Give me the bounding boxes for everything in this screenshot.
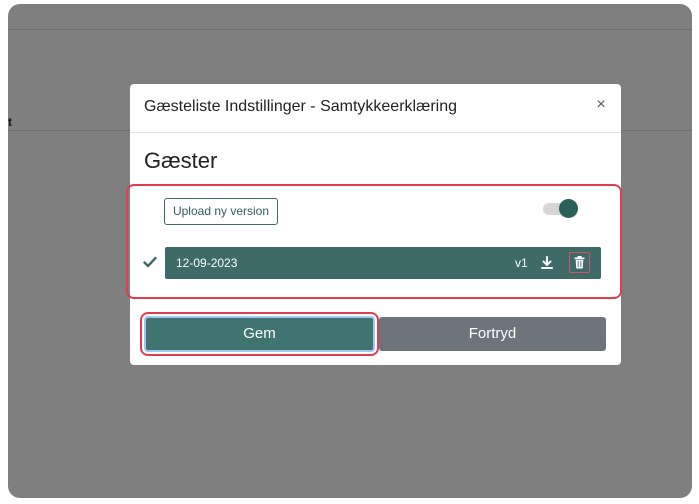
- modal-header: Gæsteliste Indstillinger - Samtykkeerklæ…: [130, 84, 621, 133]
- version-date: 12-09-2023: [176, 256, 238, 270]
- version-row[interactable]: 12-09-2023 v1: [165, 247, 601, 279]
- background-divider: [8, 29, 692, 30]
- download-icon[interactable]: [540, 256, 554, 270]
- background-text: t: [8, 115, 12, 129]
- delete-version-button[interactable]: [569, 252, 590, 273]
- save-button[interactable]: Gem: [144, 316, 375, 352]
- upload-new-version-button[interactable]: Upload ny version: [164, 198, 278, 225]
- check-icon: [143, 255, 157, 269]
- section-title: Gæster: [144, 148, 218, 173]
- cancel-button[interactable]: Fortryd: [379, 317, 606, 351]
- modal-title: Gæsteliste Indstillinger - Samtykkeerklæ…: [144, 98, 457, 115]
- toggle-knob: [559, 199, 578, 218]
- close-icon[interactable]: ×: [593, 95, 609, 115]
- consent-toggle[interactable]: [543, 199, 578, 219]
- trash-icon: [574, 256, 585, 269]
- version-number: v1: [515, 256, 528, 270]
